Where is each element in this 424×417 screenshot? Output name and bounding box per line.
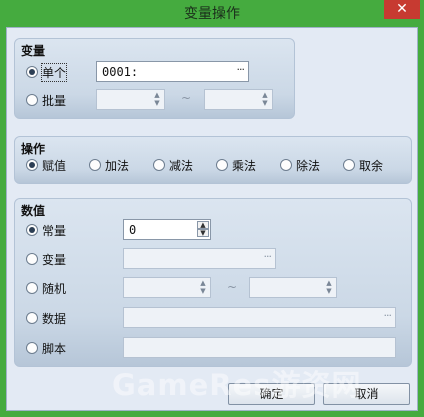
data-field[interactable]: ··· [123, 307, 396, 328]
radio-multiply[interactable]: 乘法 [216, 156, 256, 174]
spin-down-icon[interactable]: ▼ [259, 99, 271, 107]
random-min-spin[interactable]: ▲ ▼ [197, 279, 209, 296]
random-min-stepper[interactable]: ▲ ▼ [123, 277, 211, 298]
radio-random-indicator [26, 282, 38, 294]
radio-data[interactable]: 数据 [26, 309, 66, 327]
single-variable-field[interactable]: 0001: ··· [96, 61, 249, 82]
constant-value: 0 [129, 223, 137, 237]
radio-divide[interactable]: 除法 [280, 156, 320, 174]
radio-single-label: 单个 [40, 62, 68, 82]
batch-start-stepper[interactable]: ▲ ▼ [96, 89, 165, 110]
radio-data-indicator [26, 312, 38, 324]
radio-subtract-label: 减法 [169, 158, 194, 173]
radio-subtract-indicator [153, 159, 165, 171]
value-group: 数值 常量 0 ▲ ▼ 变量 ··· 随机 ▲ ▼ ~ ▲ ▼ 数据 ··· 脚… [14, 198, 412, 367]
dialog-body: 变量 单个 0001: ··· 批量 ▲ ▼ ~ ▲ ▼ 操作 赋值 加法 减法… [6, 27, 418, 411]
radio-random-label: 随机 [42, 281, 67, 296]
radio-single-indicator [26, 66, 38, 78]
spin-up-icon[interactable]: ▲ [151, 91, 163, 99]
radio-assign-label: 赋值 [42, 158, 67, 173]
variable-group-title: 变量 [21, 44, 46, 58]
radio-add[interactable]: 加法 [89, 156, 129, 174]
radio-divide-label: 除法 [296, 158, 321, 173]
operation-group: 操作 赋值 加法 减法 乘法 除法 取余 [14, 136, 412, 184]
radio-add-label: 加法 [105, 158, 130, 173]
radio-constant[interactable]: 常量 [26, 221, 66, 239]
batch-end-spin[interactable]: ▲ ▼ [259, 91, 271, 108]
spin-up-icon[interactable]: ▲ [197, 279, 209, 287]
radio-batch-indicator [26, 94, 38, 106]
spin-up-icon[interactable]: ▲ [323, 279, 335, 287]
radio-batch[interactable]: 批量 [26, 91, 66, 109]
window-title: 变量操作 [184, 6, 240, 22]
batch-end-stepper[interactable]: ▲ ▼ [204, 89, 273, 110]
value-variable-browse-icon[interactable]: ··· [264, 250, 272, 263]
radio-single[interactable]: 单个 [26, 62, 68, 82]
single-variable-value: 0001: [102, 65, 139, 79]
radio-constant-label: 常量 [42, 223, 67, 238]
spin-down-icon[interactable]: ▼ [197, 287, 209, 295]
spin-up-icon[interactable]: ▲ [197, 221, 209, 229]
radio-script-indicator [26, 342, 38, 354]
radio-data-label: 数据 [42, 311, 67, 326]
radio-constant-indicator [26, 224, 38, 236]
radio-add-indicator [89, 159, 101, 171]
radio-variable-label: 变量 [42, 252, 67, 267]
single-variable-browse-icon[interactable]: ··· [237, 63, 245, 76]
close-button[interactable]: ✕ [384, 0, 420, 19]
title-bar[interactable]: 变量操作 ✕ [0, 0, 424, 24]
constant-spin[interactable]: ▲ ▼ [197, 221, 209, 238]
operation-group-title: 操作 [21, 142, 46, 156]
random-range-separator: ~ [227, 280, 238, 294]
radio-multiply-indicator [216, 159, 228, 171]
radio-assign[interactable]: 赋值 [26, 156, 66, 174]
cancel-button[interactable]: 取消 [323, 383, 410, 405]
data-browse-icon[interactable]: ··· [384, 309, 392, 322]
radio-modulo-label: 取余 [359, 158, 384, 173]
dialog-window: 变量操作 ✕ 变量 单个 0001: ··· 批量 ▲ ▼ ~ ▲ ▼ 操作 赋… [0, 0, 424, 417]
radio-divide-indicator [280, 159, 292, 171]
radio-script-label: 脚本 [42, 341, 67, 356]
radio-modulo-indicator [343, 159, 355, 171]
close-icon: ✕ [396, 1, 408, 17]
random-max-spin[interactable]: ▲ ▼ [323, 279, 335, 296]
radio-variable-indicator [26, 253, 38, 265]
radio-random[interactable]: 随机 [26, 279, 66, 297]
spin-up-icon[interactable]: ▲ [259, 91, 271, 99]
script-field[interactable] [123, 337, 396, 358]
radio-modulo[interactable]: 取余 [343, 156, 383, 174]
spin-down-icon[interactable]: ▼ [197, 229, 209, 237]
batch-start-spin[interactable]: ▲ ▼ [151, 91, 163, 108]
spin-down-icon[interactable]: ▼ [151, 99, 163, 107]
radio-assign-indicator [26, 159, 38, 171]
variable-group: 变量 单个 0001: ··· 批量 ▲ ▼ ~ ▲ ▼ [14, 38, 295, 119]
radio-script[interactable]: 脚本 [26, 339, 66, 357]
radio-subtract[interactable]: 减法 [153, 156, 193, 174]
value-group-title: 数值 [21, 204, 46, 218]
random-max-stepper[interactable]: ▲ ▼ [249, 277, 337, 298]
radio-batch-label: 批量 [42, 93, 67, 108]
ok-button[interactable]: 确定 [228, 383, 315, 405]
constant-stepper[interactable]: 0 ▲ ▼ [123, 219, 211, 240]
radio-multiply-label: 乘法 [232, 158, 257, 173]
value-variable-field[interactable]: ··· [123, 248, 276, 269]
batch-range-separator: ~ [181, 91, 192, 105]
radio-variable[interactable]: 变量 [26, 250, 66, 268]
spin-down-icon[interactable]: ▼ [323, 287, 335, 295]
